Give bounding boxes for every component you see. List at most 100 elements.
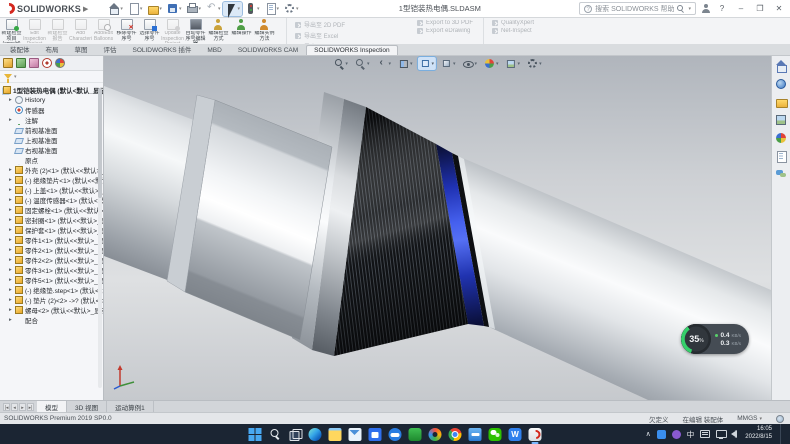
section-view-icon[interactable]: ▾ bbox=[396, 57, 415, 70]
display-style-icon[interactable]: ▾ bbox=[439, 57, 458, 70]
performance-overlay[interactable]: 35% 0.4 KB/s 0.3 KB/s bbox=[681, 324, 749, 354]
view-palette-icon[interactable] bbox=[775, 114, 787, 126]
tree-item[interactable]: ▸ 保护套<1> (默认<<默认>_显示状 bbox=[2, 225, 103, 235]
edge-icon[interactable] bbox=[309, 428, 322, 441]
export-menu-item[interactable]: 导出至 2D PDF bbox=[295, 20, 407, 29]
store-icon[interactable] bbox=[369, 428, 382, 441]
tree-item[interactable]: ▸ 零件2<2> (默认<<默认>_显示状态 bbox=[2, 255, 103, 265]
search-caret-icon[interactable]: ▾ bbox=[688, 6, 691, 12]
tree-item[interactable]: ▸ 前视基准面 bbox=[2, 125, 103, 135]
select-balloons-button[interactable]: 选择零件序号 bbox=[138, 18, 161, 44]
motion-study-tab[interactable]: 运动算例1 bbox=[107, 401, 154, 412]
ime-indicator[interactable]: 中 bbox=[687, 429, 695, 440]
search-input[interactable]: ? 搜索 SOLIDWORKS 帮助 ▾ bbox=[579, 2, 696, 15]
dropdown-caret-icon[interactable]: ▾ bbox=[296, 6, 299, 12]
taskbar-clock[interactable]: 16:05 2022/8/15 bbox=[745, 426, 772, 442]
remove-balloons-button[interactable]: 移除零件序号 bbox=[115, 18, 138, 44]
file-explorer-taskbar-icon[interactable] bbox=[329, 428, 342, 441]
tray-expand-icon[interactable]: ∧ bbox=[646, 430, 651, 438]
green-app-icon[interactable] bbox=[409, 428, 422, 441]
status-globe-icon[interactable] bbox=[776, 415, 784, 423]
tree-item[interactable]: ▸ (-) 温度传感器<1> (默认<<默认>_ bbox=[2, 195, 103, 205]
minimize-button[interactable]: – bbox=[734, 4, 748, 13]
first-tab-arrow-icon[interactable]: |◂ bbox=[3, 403, 10, 411]
help-button[interactable]: ? bbox=[715, 4, 729, 13]
edit-instance-methods-button[interactable]: 编辑实例方法 bbox=[253, 18, 276, 44]
export-menu-item[interactable]: 导出至 Excel bbox=[295, 31, 407, 40]
tray-app-blue-icon[interactable] bbox=[657, 430, 666, 439]
tree-item[interactable]: ▸ (-) 垫片 (2)<2> ->? (默认<<默认 bbox=[2, 295, 103, 305]
onedrive-icon[interactable] bbox=[389, 428, 402, 441]
close-button[interactable]: ✕ bbox=[772, 4, 786, 13]
tree-item[interactable]: ▸ 原点 bbox=[2, 155, 103, 165]
browser-ring-app-icon[interactable] bbox=[429, 428, 442, 441]
tree-item[interactable]: ▸ 零件3<1> (默认<<默认>_显示状态 bbox=[2, 265, 103, 275]
auto-balloon-editor-button[interactable]: 自动零件序号编辑器 bbox=[184, 18, 207, 44]
solidworks-resources-icon[interactable] bbox=[775, 60, 787, 72]
filter-caret-icon[interactable]: ▾ bbox=[14, 74, 17, 80]
export-menu-item[interactable]: Export eDrawing bbox=[417, 28, 473, 34]
rebuild-icon[interactable]: ▾ bbox=[243, 2, 262, 16]
new-document-icon[interactable]: ▾ bbox=[126, 2, 145, 16]
design-library-icon[interactable] bbox=[775, 78, 787, 90]
tree-item[interactable]: ▸ 传感器 bbox=[2, 105, 103, 115]
dropdown-caret-icon[interactable]: ▾ bbox=[159, 6, 162, 12]
login-user-icon[interactable] bbox=[701, 4, 710, 13]
blue-app-icon[interactable] bbox=[469, 428, 482, 441]
hide-show-items-icon[interactable]: ▾ bbox=[461, 57, 480, 70]
dropdown-caret-icon[interactable]: ▾ bbox=[218, 6, 221, 12]
dropdown-caret-icon[interactable]: ▾ bbox=[257, 6, 260, 12]
model-tab[interactable]: 模型 bbox=[37, 401, 67, 412]
edit-inspection-methods-button[interactable]: 编辑检查方式 bbox=[207, 18, 230, 44]
view-settings-icon[interactable]: ▾ bbox=[525, 57, 544, 70]
home-icon[interactable]: ▾ bbox=[106, 2, 125, 16]
dropdown-caret-icon[interactable]: ▾ bbox=[475, 61, 478, 67]
open-icon[interactable]: ▾ bbox=[145, 2, 164, 16]
dropdown-caret-icon[interactable]: ▾ bbox=[277, 6, 280, 12]
tree-item[interactable]: ▸ 上视基准面 bbox=[2, 135, 103, 145]
tab-assembly[interactable]: 装配体 bbox=[2, 42, 38, 55]
tab-mbd[interactable]: MBD bbox=[199, 45, 229, 55]
edit-operations-button[interactable]: 编辑操作 bbox=[230, 18, 253, 44]
dropdown-caret-icon[interactable]: ▾ bbox=[179, 6, 182, 12]
tab-cam[interactable]: SOLIDWORKS CAM bbox=[230, 45, 306, 55]
dropdown-caret-icon[interactable]: ▾ bbox=[367, 61, 370, 67]
export-menu-item[interactable]: Export to 3D PDF bbox=[417, 20, 473, 26]
edit-appearance-icon[interactable]: ▾ bbox=[482, 57, 501, 70]
volume-icon[interactable] bbox=[731, 430, 737, 438]
solidworks-taskbar-icon[interactable] bbox=[529, 428, 542, 441]
search-taskbar-icon[interactable] bbox=[269, 428, 282, 441]
dropdown-caret-icon[interactable]: ▾ bbox=[431, 61, 434, 67]
options-icon[interactable]: ▾ bbox=[282, 2, 301, 16]
search-icon[interactable] bbox=[677, 5, 684, 12]
tree-item[interactable]: ▸ 零件5<1> (默认<<默认>_显示状态 bbox=[2, 275, 103, 285]
units-selector[interactable]: MMGS ▾ bbox=[737, 415, 762, 422]
tree-item[interactable]: ▸ (-) 上盖<1> (默认<<默认>_显示状 bbox=[2, 185, 103, 195]
export-menu-item[interactable]: QualityXp­ert bbox=[492, 20, 534, 26]
new-inspection-report-button[interactable]: 新建检查报告 bbox=[46, 18, 69, 44]
model-right-pipe[interactable] bbox=[458, 156, 771, 400]
menu-expand-arrow-icon[interactable]: ▶ bbox=[83, 5, 88, 13]
zoom-fit-icon[interactable]: ▾ bbox=[331, 57, 350, 70]
dropdown-caret-icon[interactable]: ▾ bbox=[120, 6, 123, 12]
tree-item[interactable]: ▸ 注解 bbox=[2, 115, 103, 125]
restore-button[interactable]: ❐ bbox=[753, 4, 767, 13]
wps-icon[interactable] bbox=[509, 428, 522, 441]
edit-inspection-project-button[interactable]: Edit Inspection Project bbox=[23, 18, 46, 44]
last-tab-arrow-icon[interactable]: ▸| bbox=[27, 403, 34, 411]
tray-app-purple-icon[interactable] bbox=[672, 430, 681, 439]
save-icon[interactable]: ▾ bbox=[165, 2, 184, 16]
tree-scrollbar-thumb[interactable] bbox=[98, 88, 102, 198]
tab-layout[interactable]: 布局 bbox=[38, 42, 67, 55]
featuremanager-tab-icon[interactable] bbox=[3, 58, 13, 68]
network-icon[interactable] bbox=[716, 430, 725, 438]
new-inspection-project-button[interactable]: 新建检查项目 (amp;H) bbox=[0, 18, 23, 44]
dropdown-caret-icon[interactable]: ▾ bbox=[388, 61, 391, 67]
tree-item[interactable]: ▸ 螺母<2> (默认<<默认>_显示状态 bbox=[2, 305, 103, 315]
dropdown-caret-icon[interactable]: ▾ bbox=[518, 61, 521, 67]
start-button-icon[interactable] bbox=[249, 428, 262, 441]
previous-view-icon[interactable]: ▾ bbox=[374, 57, 393, 70]
chrome-icon[interactable] bbox=[449, 428, 462, 441]
configurationmanager-tab-icon[interactable] bbox=[29, 58, 39, 68]
wechat-icon[interactable] bbox=[489, 428, 502, 441]
